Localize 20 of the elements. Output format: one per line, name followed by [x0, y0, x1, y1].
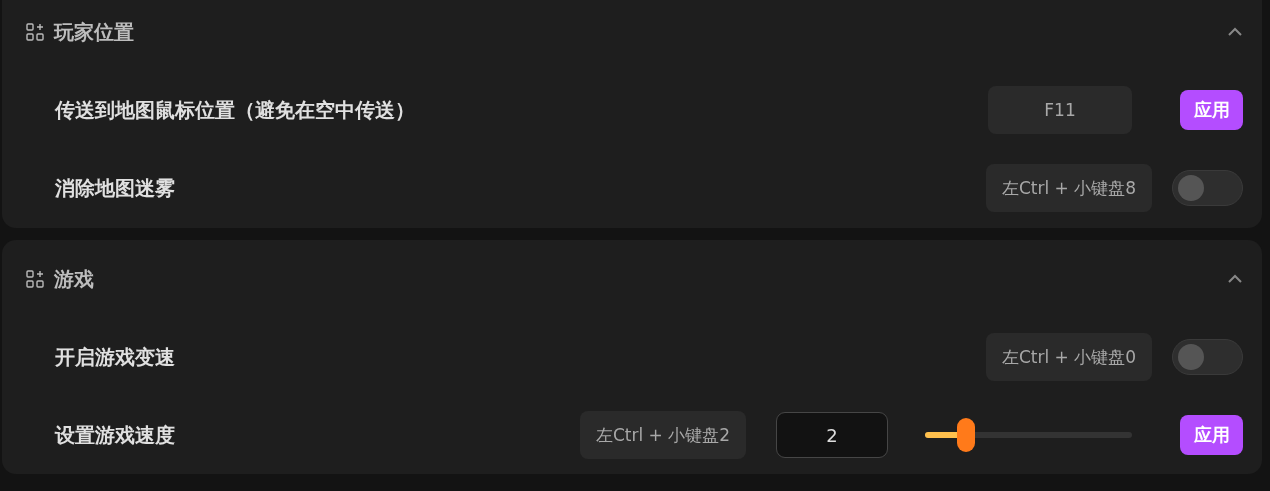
hotkey-field[interactable]: 左Ctrl + 小键盘8 [985, 164, 1152, 212]
grid-add-icon [26, 23, 44, 41]
setting-label: 设置游戏速度 [55, 421, 176, 449]
hotkey-field[interactable]: 左Ctrl + 小键盘2 [579, 411, 746, 459]
apply-button[interactable]: 应用 [1180, 90, 1243, 130]
slider-thumb[interactable] [957, 418, 976, 452]
hotkey-field[interactable]: F11 [988, 86, 1132, 134]
hotkey-field[interactable]: 左Ctrl + 小键盘0 [985, 333, 1152, 381]
section-title: 游戏 [54, 265, 95, 293]
speed-input[interactable]: 2 [776, 412, 888, 458]
section-title: 玩家位置 [54, 18, 135, 46]
setting-label: 消除地图迷雾 [55, 174, 176, 202]
toggle-switch[interactable] [1172, 170, 1243, 206]
grid-add-icon [26, 270, 44, 288]
apply-button[interactable]: 应用 [1180, 415, 1243, 455]
setting-label: 传送到地图鼠标位置（避免在空中传送） [55, 96, 416, 124]
chevron-icon[interactable] [1227, 274, 1243, 284]
toggle-switch[interactable] [1172, 339, 1243, 375]
setting-label: 开启游戏变速 [55, 343, 176, 371]
chevron-icon[interactable] [1227, 27, 1243, 37]
